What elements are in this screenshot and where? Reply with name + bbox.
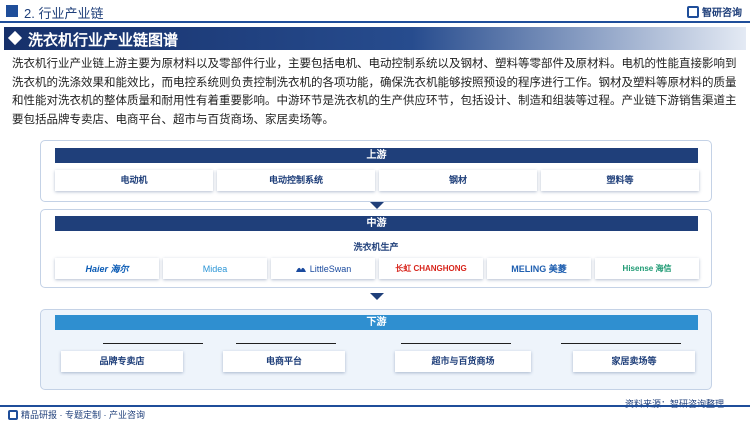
brand-logo-haier: Haier 海尔	[55, 258, 159, 279]
arrow-down-icon	[370, 202, 384, 209]
brand-name: 长虹 CHANGHONG	[395, 264, 467, 273]
logo-text: 智研咨询	[702, 8, 742, 19]
midstream-panel: 中游 洗衣机生产 Haier 海尔 Midea LittleSwan 长虹 CH…	[40, 209, 712, 288]
brand-logo: 智研咨询	[687, 4, 742, 19]
upstream-items: 电动机 电动控制系统 钢材 塑料等	[55, 170, 699, 191]
logo-mark-icon	[687, 5, 699, 18]
divider-line	[103, 343, 203, 344]
footer-tagline: 精品研报 · 专题定制 · 产业咨询	[8, 408, 145, 421]
brand-logo-changhong: 长虹 CHANGHONG	[379, 258, 483, 279]
brand-name: Hisense 海信	[622, 264, 672, 273]
upstream-item: 钢材	[379, 170, 537, 191]
upstream-item: 塑料等	[541, 170, 699, 191]
swan-icon	[295, 267, 306, 272]
brand-logo-hisense: Hisense 海信	[595, 258, 699, 279]
downstream-item: 家居卖场等	[573, 351, 695, 372]
section-label: 2. 行业产业链	[24, 6, 104, 21]
diamond-icon	[7, 30, 23, 46]
downstream-item: 超市与百货商场	[395, 351, 531, 372]
upstream-item: 电动控制系统	[217, 170, 375, 191]
intro-paragraph: 洗衣机行业产业链上游主要为原材料以及零部件行业，主要包括电机、电动控制系统以及钢…	[12, 58, 737, 126]
brand-logo-littleswan: LittleSwan	[271, 258, 375, 279]
brand-logos: Haier 海尔 Midea LittleSwan 长虹 CHANGHONG M…	[55, 258, 699, 279]
brand-name: MELING 美菱	[511, 264, 567, 274]
downstream-item: 电商平台	[223, 351, 345, 372]
downstream-panel: 下游 品牌专卖店 电商平台 超市与百货商场 家居卖场等	[40, 309, 712, 390]
top-divider	[0, 21, 750, 23]
title-bar: 洗衣机行业产业链图谱	[4, 27, 746, 50]
midstream-subtitle: 洗衣机生产	[353, 242, 399, 252]
brand-name: Midea	[202, 263, 228, 274]
divider-line	[561, 343, 681, 344]
footer-text: 精品研报 · 专题定制 · 产业咨询	[21, 410, 145, 420]
brand-logo-meling: MELING 美菱	[487, 258, 591, 279]
upstream-panel: 上游 电动机 电动控制系统 钢材 塑料等	[40, 140, 712, 202]
divider-line	[236, 343, 336, 344]
brand-name: LittleSwan	[309, 263, 352, 274]
downstream-item: 品牌专卖店	[61, 351, 183, 372]
section-marker-icon	[6, 5, 18, 17]
upstream-item: 电动机	[55, 170, 213, 191]
logo-mark-icon	[8, 409, 18, 420]
upstream-label: 上游	[55, 148, 698, 163]
page-title: 洗衣机行业产业链图谱	[28, 32, 179, 49]
brand-name: Haier 海尔	[85, 264, 129, 274]
arrow-down-icon	[370, 293, 384, 300]
source-note: 资料来源：智研咨询整理	[624, 399, 724, 409]
divider-line	[401, 343, 511, 344]
footer-divider	[0, 405, 750, 407]
top-bar: 2. 行业产业链 智研咨询	[0, 0, 750, 22]
midstream-label: 中游	[55, 216, 698, 231]
brand-logo-midea: Midea	[163, 258, 267, 279]
downstream-label: 下游	[55, 315, 698, 330]
